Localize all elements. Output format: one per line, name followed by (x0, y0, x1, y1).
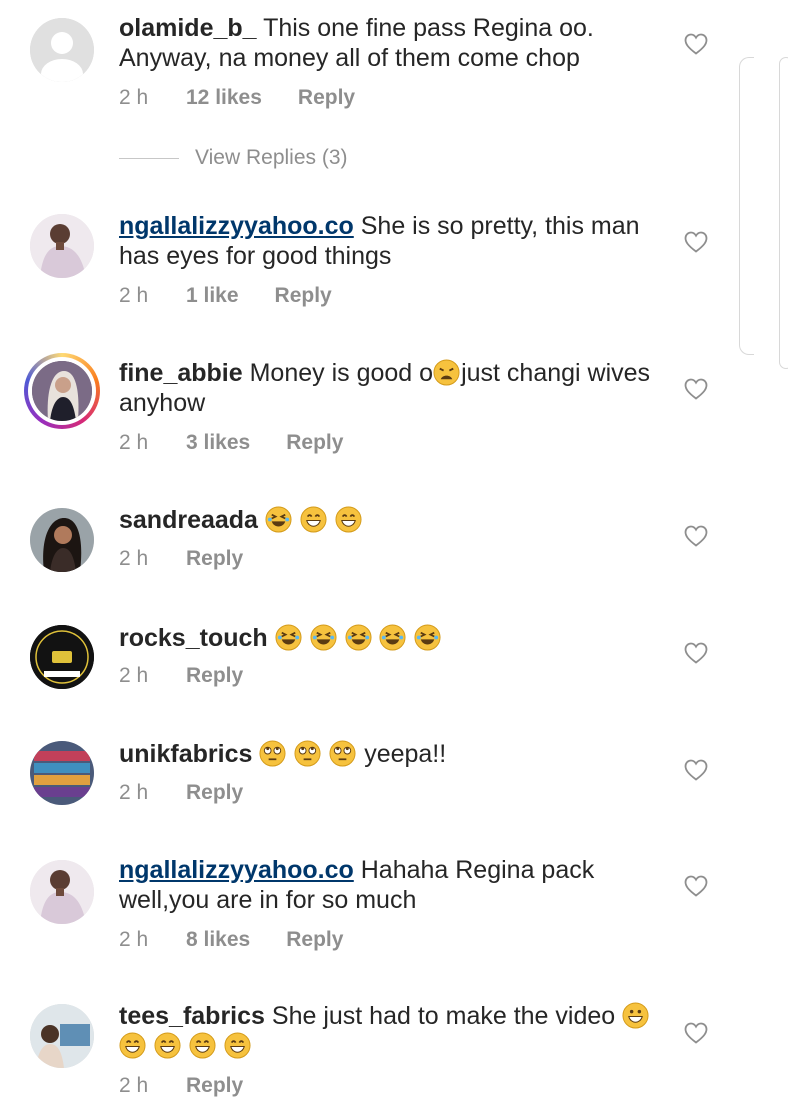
user-photo-icon (30, 741, 94, 805)
comment-meta: 2 h 8 likes Reply (119, 928, 343, 952)
comment-time: 2 h (119, 781, 149, 804)
avatar[interactable] (30, 741, 94, 805)
rofl-emoji-icon (414, 624, 441, 651)
user-photo-icon (30, 860, 94, 924)
comment-meta: 2 h Reply (119, 547, 243, 571)
eye-roll-emoji-icon (294, 740, 321, 767)
emoji-group (275, 624, 443, 652)
user-photo-icon (32, 361, 92, 421)
grinning-emoji-icon (154, 1032, 181, 1059)
weary-emoji-icon (433, 359, 460, 386)
default-avatar-icon (30, 18, 94, 82)
user-photo-icon (30, 1004, 94, 1068)
reply-button[interactable]: Reply (186, 547, 243, 571)
scroll-edge (739, 57, 754, 355)
grinning-emoji-icon (189, 1032, 216, 1059)
comment-text: ngallalizzyyahoo.co Hahaha Regina pack w… (119, 855, 679, 915)
avatar[interactable] (30, 625, 94, 689)
avatar[interactable] (30, 1004, 94, 1068)
heart-outline-icon[interactable] (684, 231, 708, 253)
comment-username[interactable]: ngallalizzyyahoo.co (119, 856, 354, 884)
comment-text: rocks_touch (119, 623, 679, 653)
view-replies-button[interactable]: View Replies (3) (119, 146, 348, 170)
comment-meta: 2 h 3 likes Reply (119, 431, 343, 455)
scrollbar[interactable] (779, 57, 788, 369)
comment-meta: 2 h Reply (119, 781, 243, 805)
heart-outline-icon[interactable] (684, 642, 708, 664)
rofl-emoji-icon (345, 624, 372, 651)
heart-outline-icon[interactable] (684, 378, 708, 400)
comment-username[interactable]: rocks_touch (119, 624, 268, 652)
comment-body: She just had to make the video (271, 1002, 616, 1030)
comment-username[interactable]: sandreaada (119, 506, 258, 534)
comment-time: 2 h (119, 928, 149, 951)
comment-meta: 2 h 12 likes Reply (119, 86, 355, 110)
user-photo-icon (30, 214, 94, 278)
comment-text: ngallalizzyyahoo.co She is so pretty, th… (119, 211, 679, 271)
comment-text: tees_fabrics She just had to make the vi… (119, 1001, 679, 1061)
eye-roll-emoji-icon (259, 740, 286, 767)
avatar[interactable] (30, 860, 94, 924)
comment-likes[interactable]: 3 likes (186, 431, 250, 455)
rofl-emoji-icon (265, 506, 292, 533)
emoji-group (259, 740, 364, 768)
eye-roll-emoji-icon (329, 740, 356, 767)
heart-outline-icon[interactable] (684, 759, 708, 781)
comment-meta: 2 h Reply (119, 664, 243, 688)
comment-meta: 2 h Reply (119, 1074, 243, 1098)
avatar[interactable] (30, 18, 94, 82)
comment-body-start: Money is good o (249, 359, 434, 387)
rofl-emoji-icon (310, 624, 337, 651)
business-logo-icon (30, 625, 94, 689)
reply-button[interactable]: Reply (275, 284, 332, 308)
rofl-emoji-icon (379, 624, 407, 651)
reply-button[interactable]: Reply (286, 928, 343, 952)
grinning-emoji-icon (335, 506, 362, 533)
reply-button[interactable]: Reply (298, 86, 355, 110)
comment-time: 2 h (119, 284, 149, 307)
divider-line (119, 157, 179, 159)
heart-outline-icon[interactable] (684, 525, 708, 547)
comment-text: unikfabrics yeepa!! (119, 739, 679, 769)
rofl-emoji-icon (275, 624, 302, 651)
comment-likes[interactable]: 1 like (186, 284, 239, 308)
reply-button[interactable]: Reply (286, 431, 343, 455)
reply-button[interactable]: Reply (186, 781, 243, 805)
avatar[interactable] (30, 214, 94, 278)
comment-username[interactable]: fine_abbie (119, 359, 243, 387)
comment-time: 2 h (119, 664, 149, 687)
emoji-group (119, 1032, 252, 1060)
user-photo-icon (30, 508, 94, 572)
comment-time: 2 h (119, 431, 149, 454)
emoji-group (265, 506, 363, 534)
comment-username[interactable]: unikfabrics (119, 740, 252, 768)
heart-outline-icon[interactable] (684, 875, 708, 897)
comment-meta: 2 h 1 like Reply (119, 284, 332, 308)
comment-likes[interactable]: 8 likes (186, 928, 250, 952)
heart-outline-icon[interactable] (684, 1022, 708, 1044)
avatar-story-ring[interactable] (24, 353, 100, 429)
grinning-emoji-icon (622, 1002, 649, 1029)
comment-text: sandreaada (119, 505, 679, 535)
reply-button[interactable]: Reply (186, 664, 243, 688)
comment-likes[interactable]: 12 likes (186, 86, 262, 110)
grinning-emoji-icon (119, 1032, 146, 1059)
comment-text: fine_abbie Money is good o just changi wi… (119, 358, 679, 418)
grinning-emoji-icon (224, 1032, 251, 1059)
comment-body: yeepa!! (364, 740, 447, 768)
avatar[interactable] (30, 508, 94, 572)
reply-button[interactable]: Reply (186, 1074, 243, 1098)
grinning-emoji-icon (300, 506, 327, 533)
heart-outline-icon[interactable] (684, 33, 708, 55)
comment-username[interactable]: olamide_b_ (119, 14, 257, 42)
comment-time: 2 h (119, 547, 149, 570)
comment-time: 2 h (119, 1074, 149, 1097)
comment-username[interactable]: ngallalizzyyahoo.co (119, 212, 354, 240)
comment-time: 2 h (119, 86, 149, 109)
comment-username[interactable]: tees_fabrics (119, 1002, 265, 1030)
comment-text: olamide_b_ This one fine pass Regina oo.… (119, 13, 679, 73)
view-replies-label: View Replies (3) (195, 146, 348, 169)
